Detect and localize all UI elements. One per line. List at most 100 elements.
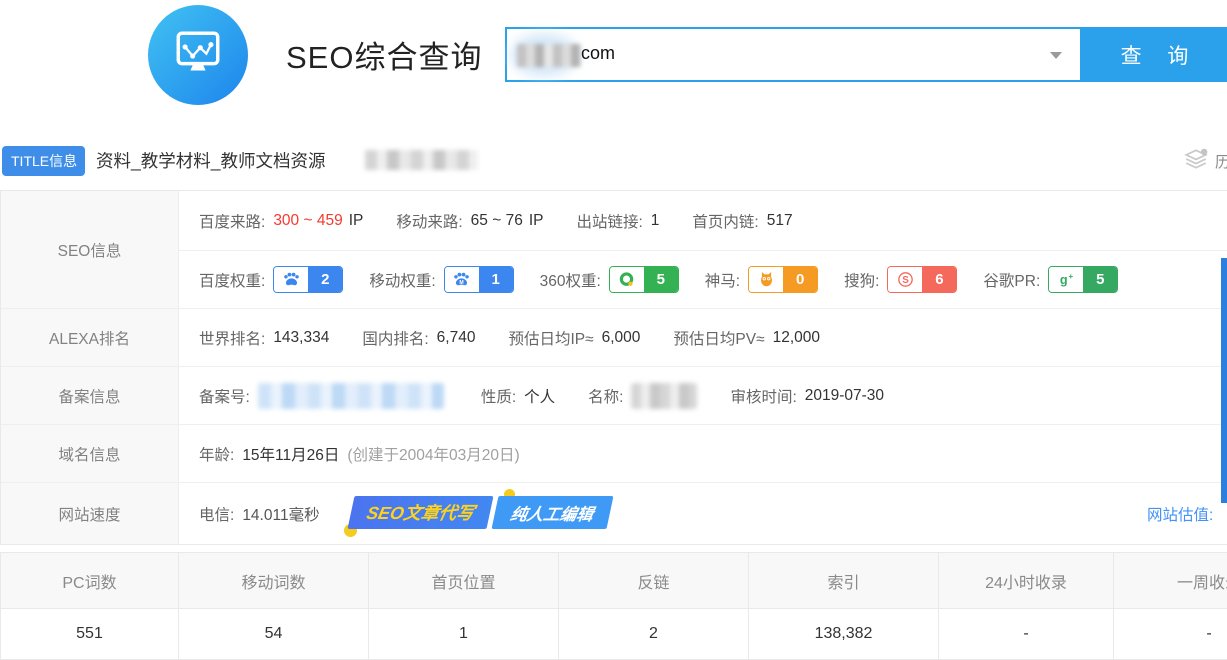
rank-table-header: PC词数 移动词数 首页位置 反链 索引 24小时收录 一周收录 — [1, 553, 1227, 609]
col-header-pc-words: PC词数 — [1, 553, 179, 608]
week-collect-value: - — [1114, 609, 1227, 659]
google-pr-badge[interactable]: g + 5 — [1048, 266, 1118, 293]
shenma-owl-icon — [749, 267, 783, 292]
blurred-icp-number — [258, 383, 444, 409]
row-label-speed: 网站速度 — [1, 483, 179, 544]
alexa-line: 世界排名: 143,334 国内排名: 6,740 预估日均IP≈ 6,000 … — [179, 309, 1227, 366]
blurred-icp-name — [631, 383, 697, 409]
row-label-icp: 备案信息 — [1, 367, 179, 424]
title-info-badge: TITLE信息 — [2, 146, 85, 176]
col-header-mobile-words: 移动词数 — [179, 553, 369, 608]
sogou-label: 搜狗: — [844, 269, 879, 291]
weight-360-label: 360权重: — [540, 269, 601, 291]
cn-rank-value: 6,740 — [437, 329, 476, 347]
daily-pv-value: 12,000 — [773, 329, 820, 347]
mobile-words-value: 54 — [179, 609, 369, 659]
icp-number-label: 备案号: — [199, 385, 250, 407]
col-header-index: 索引 — [749, 553, 939, 608]
mobile-traffic-label: 移动来路: — [396, 210, 462, 232]
homepage-links-label: 首页内链: — [692, 210, 758, 232]
row-label-seo: SEO信息 — [1, 191, 179, 308]
homepage-links-value: 517 — [767, 212, 793, 230]
weight-360-badge[interactable]: 5 — [609, 266, 679, 293]
domain-age-label: 年龄: — [199, 443, 234, 465]
shenma-badge[interactable]: 0 — [748, 266, 818, 293]
baidu-weight-badge[interactable]: 2 — [273, 266, 343, 293]
row-icp: 备案信息 备案号: 性质: 个人 名称: 审核时间: 2019-07-30 — [1, 366, 1227, 424]
icp-line: 备案号: 性质: 个人 名称: 审核时间: 2019-07-30 — [179, 367, 1227, 424]
telecom-label: 电信: — [199, 503, 234, 525]
mobile-weight-badge[interactable]: M 1 — [444, 266, 514, 293]
scroll-indicator[interactable] — [1221, 258, 1227, 503]
daily-ip-label: 预估日均IP≈ — [508, 327, 593, 349]
icp-audit-label: 审核时间: — [730, 385, 796, 407]
col-header-backlinks: 反链 — [559, 553, 749, 608]
backlinks-value: 2 — [559, 609, 749, 659]
mobile-traffic-value: 65 ~ 76 — [471, 212, 523, 230]
world-rank-value: 143,334 — [273, 329, 329, 347]
row-alexa: ALEXA排名 世界排名: 143,334 国内排名: 6,740 预估日均IP… — [1, 308, 1227, 366]
sogou-s-icon: S — [888, 267, 922, 292]
daily-pv-label: 预估日均PV≈ — [673, 327, 764, 349]
row-seo-info: SEO信息 百度来路: 300 ~ 459 IP 移动来路: 65 ~ 76 I… — [1, 191, 1227, 308]
outbound-links-label: 出站链接: — [576, 210, 642, 232]
svg-text:+: + — [1068, 272, 1073, 281]
row-domain: 域名信息 年龄: 15年11月26日 (创建于2004年03月20日) — [1, 424, 1227, 482]
telecom-value: 14.011毫秒 — [242, 503, 319, 525]
sogou-badge[interactable]: S 6 — [887, 266, 957, 293]
google-plus-icon: g + — [1049, 267, 1083, 292]
svg-text:g: g — [1060, 273, 1068, 287]
rank-table: PC词数 移动词数 首页位置 反链 索引 24小时收录 一周收录 551 54 … — [0, 552, 1227, 660]
weights-line: 百度权重: 2 移动权重: — [179, 250, 1227, 308]
baidu-traffic-unit: IP — [349, 212, 364, 230]
collect-24h-value: - — [939, 609, 1114, 659]
shenma-label: 神马: — [705, 269, 740, 291]
query-button[interactable]: 查 询 — [1082, 27, 1227, 82]
google-pr-value: 5 — [1083, 267, 1117, 292]
world-rank-label: 世界排名: — [199, 327, 265, 349]
layers-icon — [1183, 146, 1209, 176]
chevron-down-icon[interactable] — [1050, 52, 1062, 59]
weight-360-value: 5 — [644, 267, 678, 292]
history-label: 历史 — [1215, 151, 1227, 172]
baidu-weight-value: 2 — [308, 267, 342, 292]
app-logo — [148, 5, 248, 105]
ad-banner[interactable]: SEO文章代写 纯人工编辑 — [351, 496, 609, 529]
svg-text:M: M — [459, 280, 463, 286]
baidu-paw-icon — [274, 267, 308, 292]
row-label-alexa: ALEXA排名 — [1, 309, 179, 366]
cn-rank-label: 国内排名: — [362, 327, 428, 349]
site-valuation-link[interactable]: 网站估值: — [1147, 503, 1213, 525]
icp-name-label: 名称: — [588, 385, 623, 407]
google-pr-label: 谷歌PR: — [983, 269, 1040, 291]
daily-ip-value: 6,000 — [602, 329, 641, 347]
traffic-line: 百度来路: 300 ~ 459 IP 移动来路: 65 ~ 76 IP 出站链接… — [179, 191, 1227, 250]
icp-nature-value: 个人 — [524, 385, 555, 407]
row-label-domain: 域名信息 — [1, 425, 179, 482]
rank-table-values: 551 54 1 2 138,382 - - — [1, 609, 1227, 659]
baidu-traffic-value: 300 ~ 459 — [273, 212, 342, 230]
mobile-weight-value: 1 — [479, 267, 513, 292]
pc-words-value: 551 — [1, 609, 179, 659]
history-query-button[interactable]: 历史 — [1183, 146, 1227, 176]
col-header-24h-collect: 24小时收录 — [939, 553, 1114, 608]
blurred-domain-text — [517, 44, 581, 67]
domain-age-value: 15年11月26日 — [242, 443, 339, 465]
search-input[interactable]: com — [505, 27, 1082, 82]
mobile-traffic-unit: IP — [529, 212, 544, 230]
site-title-text: 资料_教学材料_教师文档资源 — [96, 148, 325, 173]
index-value: 138,382 — [749, 609, 939, 659]
ad-banner-left: SEO文章代写 — [347, 496, 493, 529]
blurred-title-suffix — [365, 150, 478, 170]
ad-banner-right: 纯人工编辑 — [491, 496, 613, 529]
svg-text:S: S — [902, 275, 909, 286]
col-header-week-collect: 一周收录 — [1114, 553, 1227, 608]
baidu-mobile-paw-icon: M — [445, 267, 479, 292]
mobile-weight-label: 移动权重: — [369, 269, 435, 291]
domain-created-note: (创建于2004年03月20日) — [347, 443, 519, 465]
speed-line: 电信: 14.011毫秒 — [179, 483, 1227, 544]
seo-info-panel: SEO信息 百度来路: 300 ~ 459 IP 移动来路: 65 ~ 76 I… — [0, 190, 1227, 545]
page-title: SEO综合查询 — [286, 32, 482, 77]
row-speed: 网站速度 电信: 14.011毫秒 SEO文章代写 纯人工编辑 网站估值: — [1, 482, 1227, 544]
shenma-value: 0 — [783, 267, 817, 292]
